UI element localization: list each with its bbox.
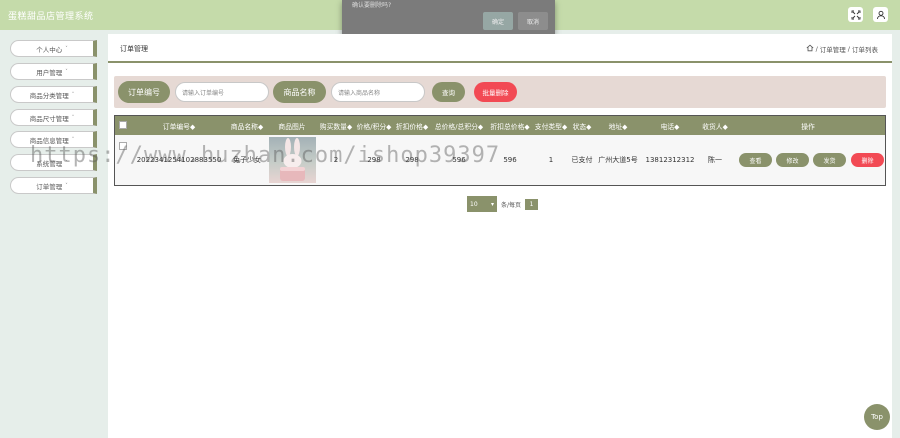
page-size-value: 10 (470, 200, 478, 208)
chevron-down-icon: ▾ (490, 200, 494, 208)
sidebar-item-products[interactable]: 商品信息管理 ˅ (10, 131, 97, 148)
fullscreen-icon[interactable] (848, 7, 863, 22)
order-no-input[interactable]: 请输入订单编号 (175, 82, 269, 102)
page-size-select[interactable]: 10 ▾ (467, 196, 497, 212)
cell-pay-type: 1 (548, 156, 554, 164)
sidebar-item-label: 商品分类管理 (29, 91, 69, 100)
sidebar-item-orders[interactable]: 订单管理 ˅ (10, 177, 97, 194)
main-panel: 订单管理 / 订单管理 / 订单列表 订单编号 请输入订单编号 商品名称 请输入… (108, 34, 892, 438)
batch-delete-button[interactable]: 批量删除 (474, 82, 517, 102)
breadcrumb-bar: 订单管理 / 订单管理 / 订单列表 (108, 34, 892, 63)
cell-address: 广州大道5号 (598, 156, 638, 164)
column-header: 商品图片 (278, 122, 306, 131)
sidebar-item-label: 系统管理 (36, 159, 63, 168)
view-button[interactable]: 查看 (739, 153, 772, 167)
breadcrumb-separator: / (847, 45, 850, 53)
product-image (269, 137, 316, 183)
breadcrumb-item[interactable]: 订单管理 (820, 44, 846, 54)
sidebar-item-label: 商品尺寸管理 (29, 114, 69, 123)
column-header[interactable]: 价格/积分◆ (355, 116, 393, 135)
chevron-down-icon: ˅ (65, 68, 68, 75)
sidebar-item-label: 商品信息管理 (29, 136, 69, 145)
column-header: 操作 (801, 122, 815, 131)
cell-product-name: 兔子少女 (233, 156, 261, 164)
column-header[interactable]: 总价格/总积分◆ (431, 116, 487, 135)
cell-phone: 13812312312 (645, 156, 695, 164)
cell-quantity: 2 (333, 156, 339, 164)
user-icon[interactable] (873, 7, 888, 22)
chevron-down-icon: ˅ (71, 114, 75, 121)
chevron-down-icon: ˅ (71, 91, 75, 98)
breadcrumb-item: 订单列表 (852, 46, 878, 54)
row-checkbox[interactable] (119, 142, 127, 150)
order-no-label: 订单编号 (118, 81, 170, 103)
column-header[interactable]: 折扣价格◆ (393, 116, 431, 135)
column-header[interactable]: 地址◆ (595, 116, 641, 135)
sidebar-item-label: 订单管理 (36, 182, 63, 191)
edit-button[interactable]: 修改 (776, 153, 809, 167)
chevron-down-icon: ˅ (65, 182, 68, 189)
app-title: 蛋糕甜品店管理系统 (8, 12, 94, 22)
sidebar-item-sizes[interactable]: 商品尺寸管理 ˅ (10, 109, 97, 126)
chevron-down-icon: ˅ (65, 45, 68, 52)
sidebar-item-system[interactable]: 系统管理 ˅ (10, 154, 97, 171)
confirm-dialog: 确认要删除吗? 确定 取消 (342, 0, 555, 36)
sidebar-item-categories[interactable]: 商品分类管理 ˅ (10, 86, 97, 103)
cell-total: 596 (452, 156, 466, 164)
breadcrumb: / 订单管理 / 订单列表 (806, 44, 878, 54)
cell-price: 298 (367, 156, 381, 164)
column-header[interactable]: 购买数量◆ (317, 116, 355, 135)
page-title: 订单管理 (120, 45, 148, 53)
pagination: 10 ▾ 条/每页 1 (467, 196, 539, 212)
back-to-top-button[interactable]: Top (864, 404, 890, 430)
cell-order-no: 2022341254102883550 (136, 156, 222, 164)
dialog-message: 确认要删除吗? (352, 2, 392, 9)
dialog-cancel-button[interactable]: 取消 (518, 12, 548, 30)
dialog-ok-button[interactable]: 确定 (483, 12, 513, 30)
page-number-current[interactable]: 1 (525, 198, 539, 210)
cell-discount-price: 298 (405, 156, 419, 164)
sidebar-item-label: 用户管理 (36, 68, 63, 77)
cell-status: 已支付 (571, 156, 593, 164)
select-all-checkbox[interactable] (119, 121, 127, 129)
product-name-label: 商品名称 (273, 81, 326, 103)
sidebar: 个人中心 ˅ 用户管理 ˅ 商品分类管理 ˅ 商品尺寸管理 ˅ 商品信息管理 ˅ 系统管理… (0, 30, 107, 438)
column-header[interactable]: 折扣总价格◆ (487, 116, 533, 135)
product-name-input[interactable]: 请输入商品名称 (331, 82, 425, 102)
breadcrumb-separator: / (815, 45, 818, 53)
ship-button[interactable]: 发货 (813, 153, 846, 167)
orders-table: 订单编号◆ 商品名称◆ 商品图片 购买数量◆ 价格/积分◆ 折扣价格◆ 总价格/… (114, 115, 886, 186)
column-header[interactable]: 订单编号◆ (131, 116, 227, 135)
chevron-down-icon: ˅ (71, 136, 75, 143)
query-button[interactable]: 查询 (432, 82, 465, 102)
sidebar-item-profile[interactable]: 个人中心 ˅ (10, 40, 97, 57)
cell-discount-total: 596 (503, 156, 517, 164)
column-header[interactable]: 商品名称◆ (227, 116, 267, 135)
cell-receiver: 陈一 (708, 156, 722, 164)
sidebar-item-users[interactable]: 用户管理 ˅ (10, 63, 97, 80)
delete-button[interactable]: 删除 (851, 153, 884, 167)
table-row: 2022341254102883550 兔子少女 2 298 298 596 5… (115, 135, 885, 185)
table-header: 订单编号◆ 商品名称◆ 商品图片 购买数量◆ 价格/积分◆ 折扣价格◆ 总价格/… (115, 116, 885, 135)
chevron-down-icon: ˅ (65, 159, 68, 166)
search-bar: 订单编号 请输入订单编号 商品名称 请输入商品名称 查询 批量删除 (114, 76, 886, 108)
column-header[interactable]: 支付类型◆ (533, 116, 569, 135)
column-header[interactable]: 电话◆ (641, 116, 699, 135)
column-header[interactable]: 状态◆ (569, 116, 595, 135)
per-page-label: 条/每页 (501, 201, 522, 209)
home-icon[interactable] (806, 44, 814, 54)
sidebar-item-label: 个人中心 (36, 45, 63, 54)
column-header[interactable]: 收货人◆ (699, 116, 731, 135)
